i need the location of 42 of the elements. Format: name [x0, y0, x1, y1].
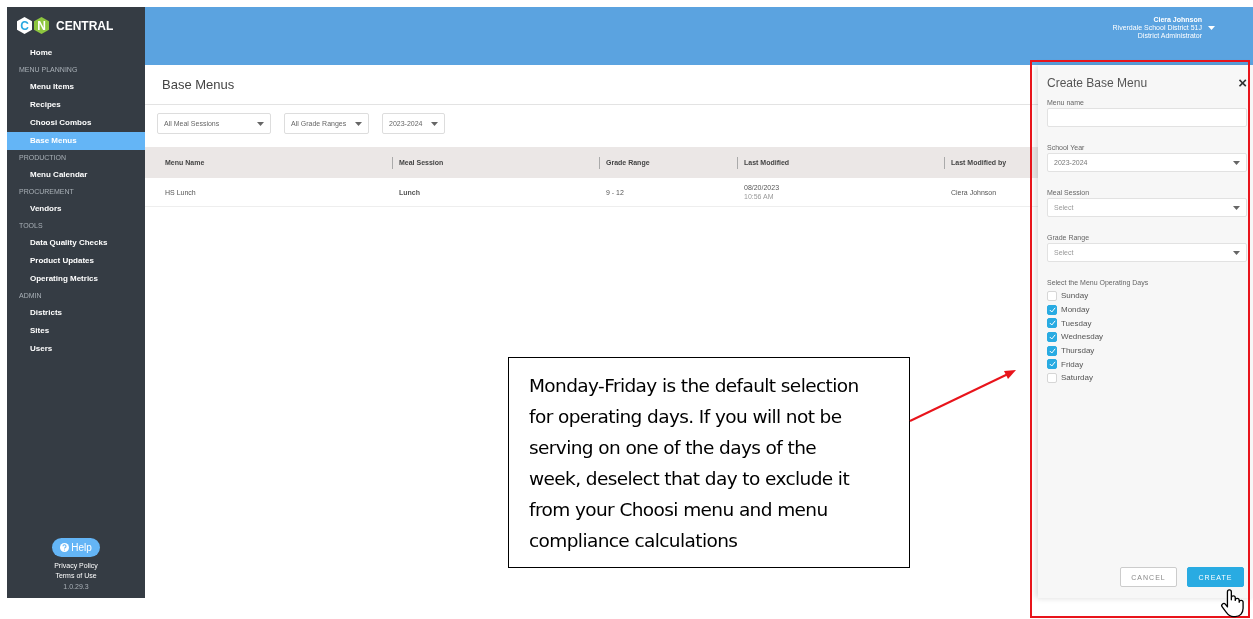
logo-mark: N — [34, 17, 49, 34]
caret-icon — [355, 121, 362, 126]
nav-item[interactable]: Recipes — [7, 96, 145, 114]
checkbox[interactable] — [1047, 304, 1057, 315]
checkbox-label: Saturday — [1061, 373, 1094, 383]
nav-item[interactable]: Data Quality Checks — [7, 234, 145, 252]
nav-item[interactable]: Choosi Combos — [7, 114, 145, 132]
checkbox[interactable] — [1047, 372, 1057, 383]
checkbox[interactable] — [1047, 345, 1057, 356]
caret-icon — [1233, 250, 1240, 255]
caret-icon[interactable] — [1208, 26, 1215, 30]
checkbox[interactable] — [1047, 359, 1057, 370]
checkbox-label: Friday — [1061, 359, 1084, 369]
input-field[interactable] — [1047, 108, 1247, 127]
checkbox-label: Thursday — [1061, 346, 1095, 356]
panel-title: Create Base Menu — [1047, 76, 1148, 90]
close-button[interactable]: × — [1238, 76, 1247, 90]
nav-item[interactable]: Vendors — [7, 200, 145, 218]
caret-icon — [431, 121, 438, 126]
logo-text: CENTRAL — [56, 18, 114, 33]
checkbox-label: Sunday — [1061, 291, 1089, 301]
nav-item[interactable]: Menu Items — [7, 78, 145, 96]
checkbox-label: Monday — [1061, 305, 1090, 315]
checkbox[interactable] — [1047, 290, 1057, 301]
caret-icon — [257, 121, 264, 126]
nav-item[interactable]: Districts — [7, 304, 145, 322]
callout-text: Monday-Friday is the default selection for operating days. If you will not be serving on one of the days of the week, deselect that day to exclude it from your Choosi menu and menu compliance calculations — [508, 357, 910, 568]
question-icon — [60, 543, 70, 552]
nav-item[interactable]: Menu Calendar — [7, 166, 145, 184]
page-title: Base Menus — [162, 77, 235, 92]
caret-icon — [1233, 160, 1240, 165]
checkbox-label: Wednesday — [1061, 332, 1104, 342]
checkbox-label: Tuesday — [1061, 318, 1092, 328]
nav-item[interactable]: Product Updates — [7, 252, 145, 270]
nav-item[interactable]: Sites — [7, 322, 145, 340]
nav-item[interactable]: Users — [7, 340, 145, 358]
caret-icon — [1233, 205, 1240, 210]
logo-mark: C — [17, 17, 32, 34]
checkbox[interactable] — [1047, 331, 1057, 342]
nav-item[interactable]: Operating Metrics — [7, 270, 145, 288]
nav-item[interactable]: Home — [7, 44, 145, 62]
checkbox[interactable] — [1047, 318, 1057, 329]
